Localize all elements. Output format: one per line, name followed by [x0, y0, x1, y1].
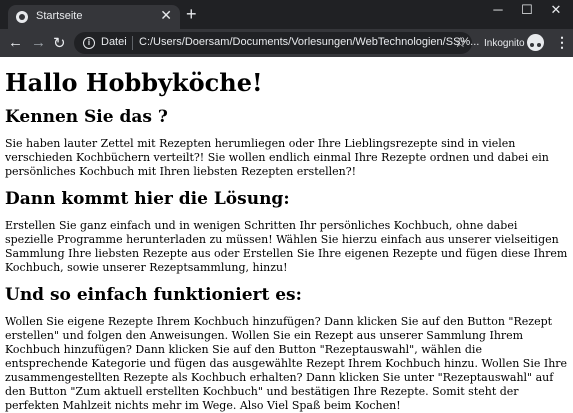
star-icon[interactable]: ☆ [454, 34, 467, 51]
info-icon[interactable]: i [83, 37, 95, 49]
browser-chrome: Startseite ✕ + ─ ☐ ✕ ← → ↻ i Datei C:/Us… [0, 0, 573, 57]
minimize-icon[interactable]: ─ [485, 2, 511, 17]
maximize-icon[interactable]: ☐ [514, 2, 540, 18]
new-tab-button[interactable]: + [186, 4, 197, 25]
back-icon[interactable]: ← [8, 34, 23, 51]
tab-strip: Startseite ✕ + ─ ☐ ✕ [0, 0, 573, 29]
tab-title: Startseite [36, 10, 83, 22]
scheme-label: Datei [101, 36, 127, 48]
section-heading-1: Kennen Sie das ? [5, 107, 168, 127]
section-text-2: Erstellen Sie ganz einfach und in wenige… [5, 219, 568, 274]
tab-startseite[interactable]: Startseite ✕ [8, 5, 180, 29]
reload-icon[interactable]: ↻ [53, 34, 66, 52]
url-text[interactable]: C:/Users/Doersam/Documents/Vorlesungen/W… [139, 36, 479, 48]
page-title: Hallo Hobbyköche! [5, 68, 263, 97]
toolbar: ← → ↻ i Datei C:/Users/Doersam/Documents… [0, 29, 573, 57]
menu-icon[interactable]: ⋮ [555, 34, 569, 51]
section-text-1: Sie haben lauter Zettel mit Rezepten her… [5, 137, 549, 178]
section-text-3: Wollen Sie eigene Rezepte Ihrem Kochbuch… [5, 315, 568, 412]
section-heading-3: Und so einfach funktioniert es: [5, 285, 302, 305]
globe-icon [16, 11, 28, 23]
incognito-icon[interactable] [527, 34, 544, 51]
page-content: Hallo Hobbyköche! Kennen Sie das ? Sie h… [0, 57, 573, 413]
incognito-label: Inkognito [484, 38, 525, 49]
close-tab-icon[interactable]: ✕ [160, 7, 172, 24]
forward-icon[interactable]: → [31, 34, 46, 51]
omnibox-divider [132, 36, 133, 50]
address-bar[interactable]: i Datei C:/Users/Doersam/Documents/Vorle… [74, 32, 479, 54]
close-window-icon[interactable]: ✕ [543, 2, 569, 18]
section-heading-2: Dann kommt hier die Lösung: [5, 189, 290, 209]
